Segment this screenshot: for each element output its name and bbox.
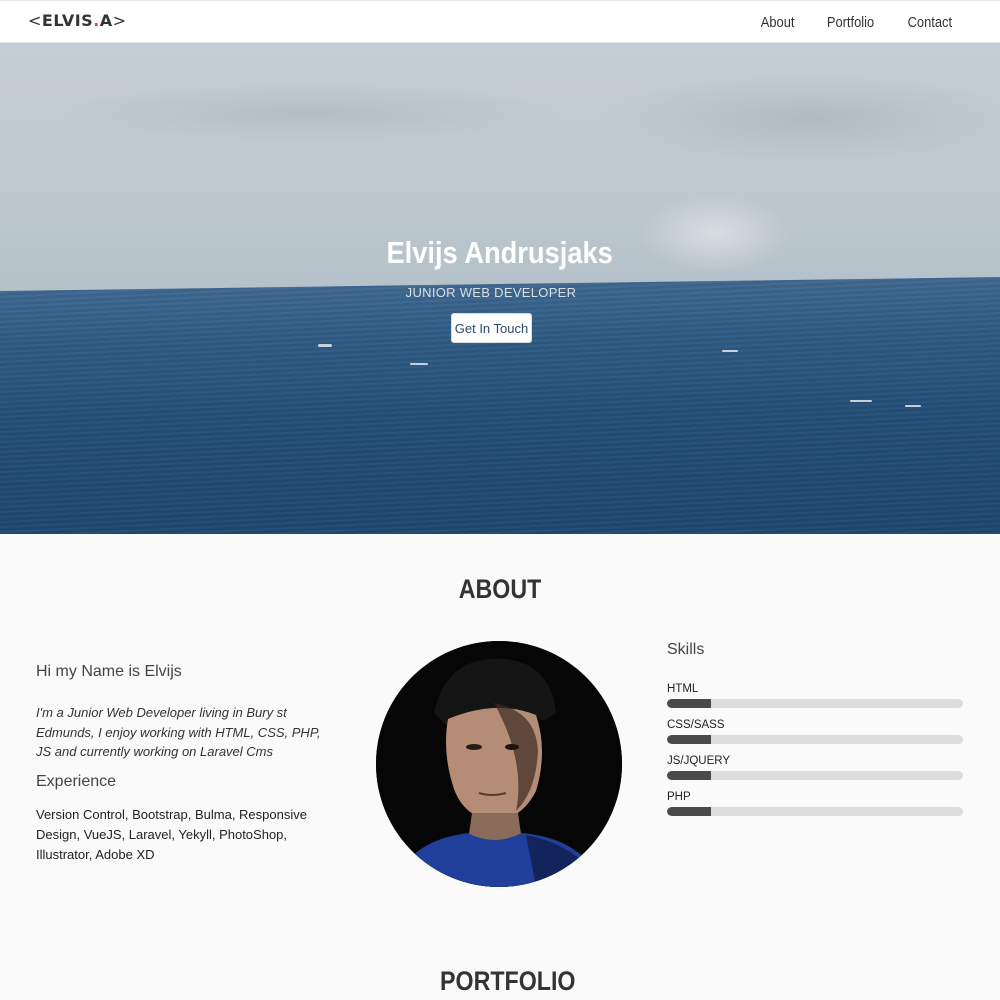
hero-subtitle: JUNIOR WEB DEVELOPER bbox=[405, 285, 577, 300]
skill-js-jquery: JS/JQUERY bbox=[667, 755, 963, 780]
portfolio-section-title: PORTFOLIO bbox=[8, 966, 1000, 997]
hero-wave-foam bbox=[410, 363, 428, 365]
about-intro: I'm a Junior Web Developer living in Bur… bbox=[36, 705, 321, 759]
hero-cloud bbox=[60, 83, 560, 143]
site-logo[interactable]: <ELVIS.A> bbox=[28, 11, 127, 30]
nav-link-contact[interactable]: Contact bbox=[908, 14, 952, 31]
skill-bar-fill bbox=[667, 807, 712, 816]
skill-bar-track bbox=[667, 699, 963, 708]
hero-wave-foam bbox=[905, 405, 921, 407]
about-section-title: ABOUT bbox=[0, 574, 1000, 605]
skill-label: CSS/SASS bbox=[667, 719, 725, 731]
skill-css-sass: CSS/SASS bbox=[667, 719, 963, 744]
nav-links: About Portfolio Contact bbox=[758, 14, 956, 31]
hero-wave-foam bbox=[318, 344, 332, 347]
hero-name: Elvijs Andrusjaks bbox=[0, 235, 1000, 271]
hero-wave-foam bbox=[722, 350, 738, 352]
skill-bar-fill bbox=[667, 735, 712, 744]
logo-text: ELVIS bbox=[41, 11, 94, 30]
hero-cloud bbox=[600, 73, 1000, 163]
skill-bar-fill bbox=[667, 771, 712, 780]
nav-link-portfolio[interactable]: Portfolio bbox=[827, 14, 874, 31]
skill-bar-fill bbox=[667, 699, 712, 708]
hero-wave-foam bbox=[850, 400, 872, 402]
logo-suffix: A bbox=[99, 11, 113, 30]
logo-dot: . bbox=[93, 11, 100, 30]
skill-bar-track bbox=[667, 771, 963, 780]
experience-heading: Experience bbox=[36, 773, 117, 790]
about-title-text: ABOUT bbox=[458, 574, 542, 604]
skill-label: HTML bbox=[667, 683, 699, 695]
about-greeting: Hi my Name is Elvijs bbox=[36, 663, 182, 680]
profile-photo-illustration bbox=[376, 641, 622, 887]
portfolio-title-text: PORTFOLIO bbox=[440, 966, 576, 996]
skills-heading: Skills bbox=[667, 641, 705, 658]
skill-label: JS/JQUERY bbox=[667, 755, 731, 767]
skill-bar-track bbox=[667, 735, 963, 744]
logo-open-bracket: < bbox=[28, 11, 42, 30]
hero-name-text: Elvijs Andrusjaks bbox=[386, 235, 614, 270]
skill-label: PHP bbox=[667, 791, 691, 803]
get-in-touch-button[interactable]: Get In Touch bbox=[451, 313, 532, 343]
skill-html: HTML bbox=[667, 683, 963, 708]
profile-photo bbox=[376, 641, 622, 887]
navbar: <ELVIS.A> About Portfolio Contact bbox=[0, 0, 1000, 43]
nav-link-about[interactable]: About bbox=[761, 14, 795, 31]
skill-php: PHP bbox=[667, 791, 963, 816]
hero-banner: Elvijs Andrusjaks JUNIOR WEB DEVELOPER G… bbox=[0, 43, 1000, 534]
skill-bar-track bbox=[667, 807, 963, 816]
logo-close-bracket: > bbox=[112, 11, 127, 30]
experience-text: Version Control, Bootstrap, Bulma, Respo… bbox=[36, 807, 307, 862]
